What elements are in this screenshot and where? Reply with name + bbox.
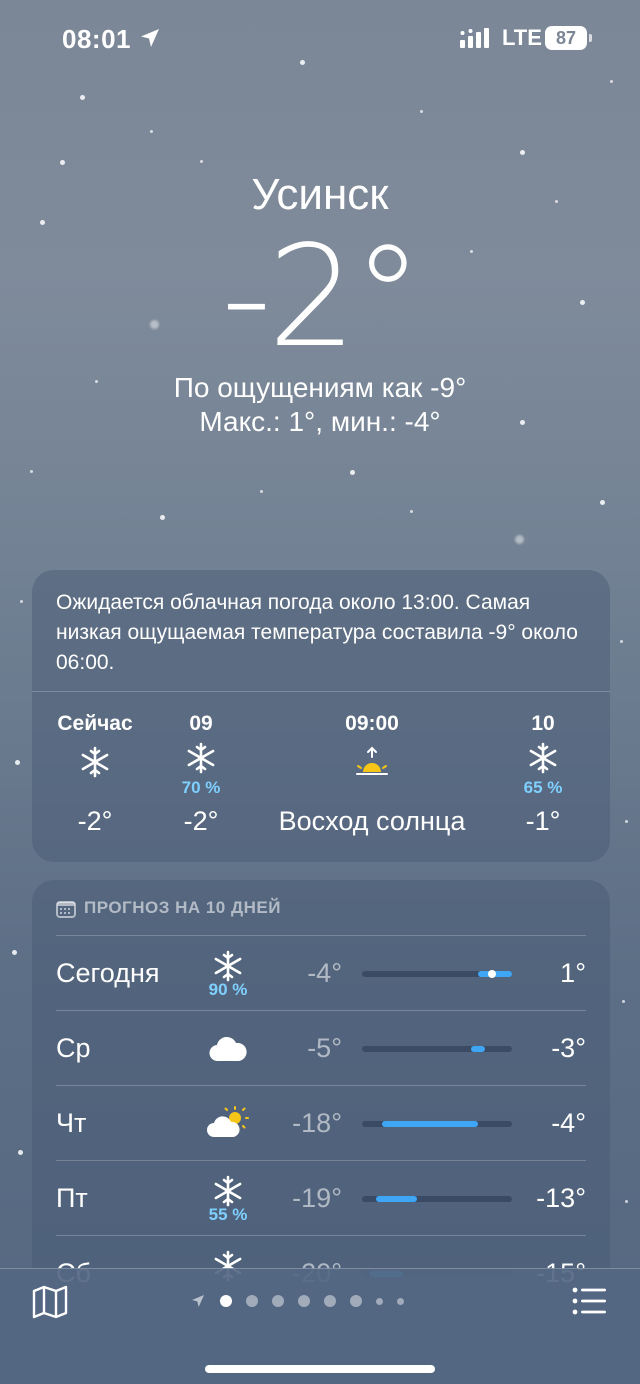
location-arrow-icon	[141, 29, 159, 47]
hourly-forecast-card[interactable]: Ожидается облачная погода около 13:00. С…	[32, 570, 610, 862]
high-low: Макс.: 1°, мин.: -4°	[199, 406, 441, 437]
status-time: 08:01	[62, 24, 131, 54]
city-name: Усинск	[251, 170, 389, 219]
map-icon[interactable]	[32, 1285, 68, 1319]
home-indicator	[205, 1365, 435, 1373]
day-low: -5°	[307, 1033, 342, 1063]
day-name: Ср	[56, 1033, 91, 1063]
partly-sunny-icon	[207, 1106, 249, 1137]
signal-icon	[460, 28, 489, 48]
hour-temp: -2°	[183, 806, 219, 836]
page-dot	[272, 1295, 284, 1307]
day-low: -4°	[307, 958, 342, 988]
day-row[interactable]: Сегодня 90 % -4° 1°	[56, 935, 586, 1010]
day-low: -19°	[292, 1183, 342, 1213]
day-high: -13°	[536, 1183, 586, 1213]
temp-range-fill	[471, 1046, 485, 1052]
day-high: 1°	[560, 958, 586, 988]
day-row[interactable]: Ср -5° -3°	[56, 1010, 586, 1085]
day-row[interactable]: Чт -18° -4°	[56, 1085, 586, 1160]
hourly-scroll[interactable]: Сейчас -2° 09 70 % -2° 09:00 Восход солн…	[32, 692, 610, 862]
hour-temp: -1°	[525, 806, 561, 836]
location-page-icon	[192, 1295, 204, 1307]
hour-temp: -2°	[77, 806, 113, 836]
page-dot	[350, 1295, 362, 1307]
day-name: Пт	[56, 1183, 88, 1213]
temp-range-bar	[362, 1196, 512, 1202]
ten-day-heading: ПРОГНОЗ НА 10 ДНЕЙ	[84, 898, 281, 917]
cloud-icon	[209, 1036, 247, 1062]
page-indicator[interactable]	[190, 1291, 404, 1311]
bottom-toolbar	[0, 1268, 640, 1384]
snowflake-icon	[214, 1175, 242, 1207]
current-temp-dot	[487, 970, 496, 978]
battery-indicator: 87	[545, 26, 587, 50]
page-dot	[376, 1297, 383, 1305]
hour-precip: 65 %	[523, 778, 563, 797]
snowflake-icon	[187, 742, 215, 774]
status-bar: 08:01 LTE 87	[0, 22, 640, 56]
forecast-summary: Ожидается облачная погода около 13:00. С…	[32, 570, 610, 692]
day-high: -3°	[551, 1033, 586, 1063]
ten-day-forecast-card[interactable]: ПРОГНОЗ НА 10 ДНЕЙ Сегодня 90 % -4° 1° С…	[32, 880, 610, 1300]
page-dot	[246, 1295, 258, 1307]
day-precip: 90 %	[208, 980, 248, 999]
hour-label: Сейчас	[57, 712, 133, 735]
day-low: -18°	[292, 1108, 342, 1138]
sunrise-label: Восход солнца	[278, 806, 466, 836]
page-dot	[220, 1295, 232, 1307]
network-type: LTE	[502, 25, 542, 50]
day-high: -4°	[551, 1108, 586, 1138]
hour-precip: 70 %	[181, 778, 221, 797]
snowflake-icon	[81, 746, 109, 778]
sunrise-icon	[356, 746, 388, 775]
hour-label: 10	[531, 712, 555, 735]
page-dot	[324, 1295, 336, 1307]
temp-range-bar	[362, 1121, 512, 1127]
snowflake-icon	[214, 950, 242, 982]
hour-label: 09:00	[345, 712, 399, 735]
hour-label: 09	[189, 712, 213, 735]
temp-range-fill	[375, 1196, 417, 1202]
feels-like: По ощущениям как -9°	[173, 372, 467, 403]
list-icon[interactable]	[572, 1287, 606, 1315]
current-temperature: -2°	[221, 216, 423, 379]
page-dot	[298, 1295, 310, 1307]
battery-tip	[589, 34, 592, 42]
day-name: Сегодня	[56, 958, 160, 988]
calendar-icon	[56, 901, 76, 918]
temp-range-fill	[382, 1121, 478, 1127]
page-dot	[397, 1297, 404, 1305]
snowflake-icon	[529, 742, 557, 774]
temp-range-bar	[362, 1046, 512, 1052]
day-name: Чт	[56, 1108, 87, 1138]
day-row[interactable]: Пт 55 % -19° -13°	[56, 1160, 586, 1235]
temp-range-bar	[362, 970, 512, 978]
day-precip: 55 %	[208, 1205, 248, 1224]
